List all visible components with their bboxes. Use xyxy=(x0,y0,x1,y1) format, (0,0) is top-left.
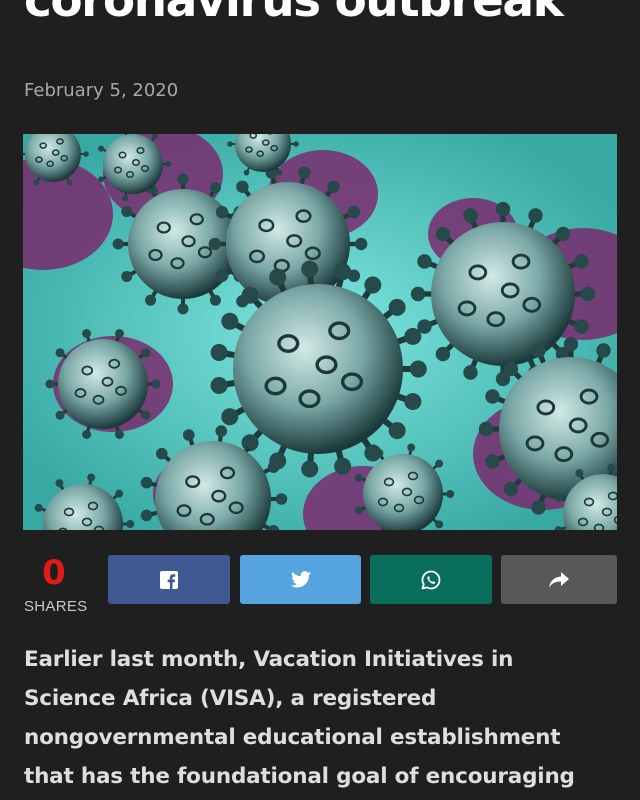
share-count: 0 xyxy=(42,553,66,593)
twitter-icon xyxy=(290,571,311,588)
article-headline: coronavirus outbreak xyxy=(24,0,564,28)
article-body-paragraph: Earlier last month, Vacation Initiatives… xyxy=(24,647,575,789)
article-date: February 5, 2020 xyxy=(24,80,179,101)
whatsapp-icon xyxy=(421,570,441,590)
more-share-button[interactable] xyxy=(501,555,617,604)
share-counter: 0 SHARES xyxy=(24,556,88,615)
share-arrow-icon xyxy=(549,571,569,588)
facebook-icon xyxy=(160,570,178,589)
article-hero-image xyxy=(23,134,617,530)
whatsapp-share-button[interactable] xyxy=(370,555,492,604)
facebook-share-button[interactable] xyxy=(108,555,230,604)
twitter-share-button[interactable] xyxy=(240,555,361,604)
share-count-label: SHARES xyxy=(24,598,88,615)
